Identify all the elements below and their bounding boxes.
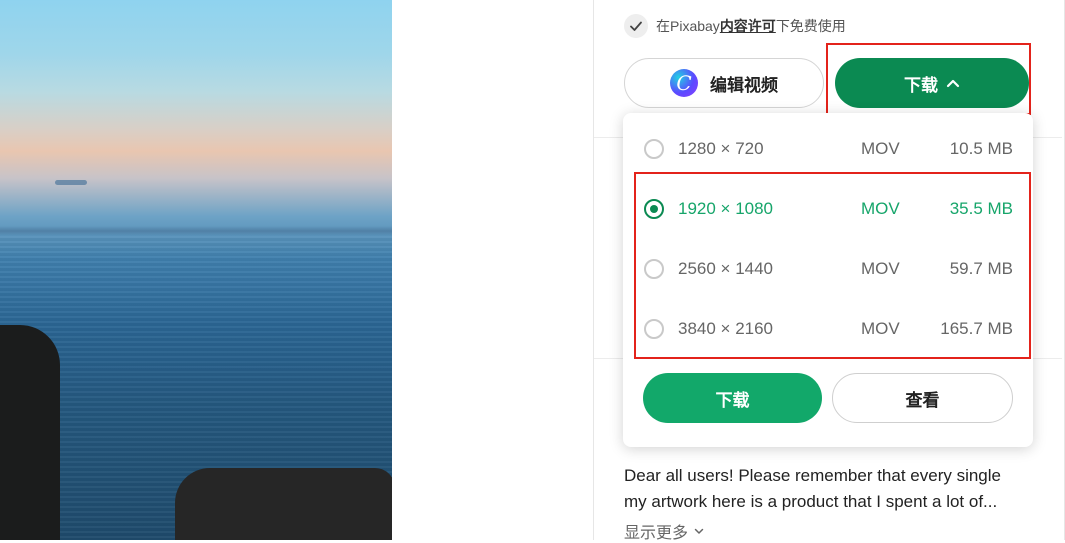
license-link[interactable]: 内容许可 [720, 16, 776, 36]
radio-button[interactable] [644, 139, 664, 159]
description-line: Dear all users! Please remember that eve… [624, 466, 1001, 485]
license-prefix: 在Pixabay [656, 18, 720, 34]
license-row: 在Pixabay 内容许可 下免费使用 [624, 14, 846, 38]
show-more-link[interactable]: 显示更多 [624, 519, 704, 543]
rock-left [0, 325, 60, 540]
highlight-download-button [826, 43, 1031, 115]
option-format: MOV [861, 139, 900, 158]
canva-icon: C [670, 69, 698, 97]
edit-video-label: 编辑视频 [710, 75, 778, 95]
view-button[interactable]: 查看 [832, 373, 1013, 423]
option-row[interactable]: 1280 × 720 MOV 10.5 MB [623, 119, 1033, 179]
horizon [0, 226, 392, 236]
download-button[interactable]: 下载 [643, 373, 822, 423]
option-resolution: 1280 × 720 [678, 139, 764, 158]
highlight-options [634, 172, 1031, 359]
description-line: my artwork here is a product that I spen… [624, 492, 998, 511]
edit-video-button[interactable]: C 编辑视频 [624, 58, 824, 108]
show-more-label: 显示更多 [624, 525, 689, 542]
chevron-down-icon [694, 528, 704, 534]
license-suffix: 下免费使用 [775, 18, 846, 34]
option-size: 10.5 MB [949, 139, 1013, 158]
video-preview[interactable] [0, 0, 392, 540]
check-icon [624, 14, 648, 38]
rock-right [175, 468, 392, 540]
description: Dear all users! Please remember that eve… [624, 463, 1036, 515]
cloud [55, 180, 87, 185]
